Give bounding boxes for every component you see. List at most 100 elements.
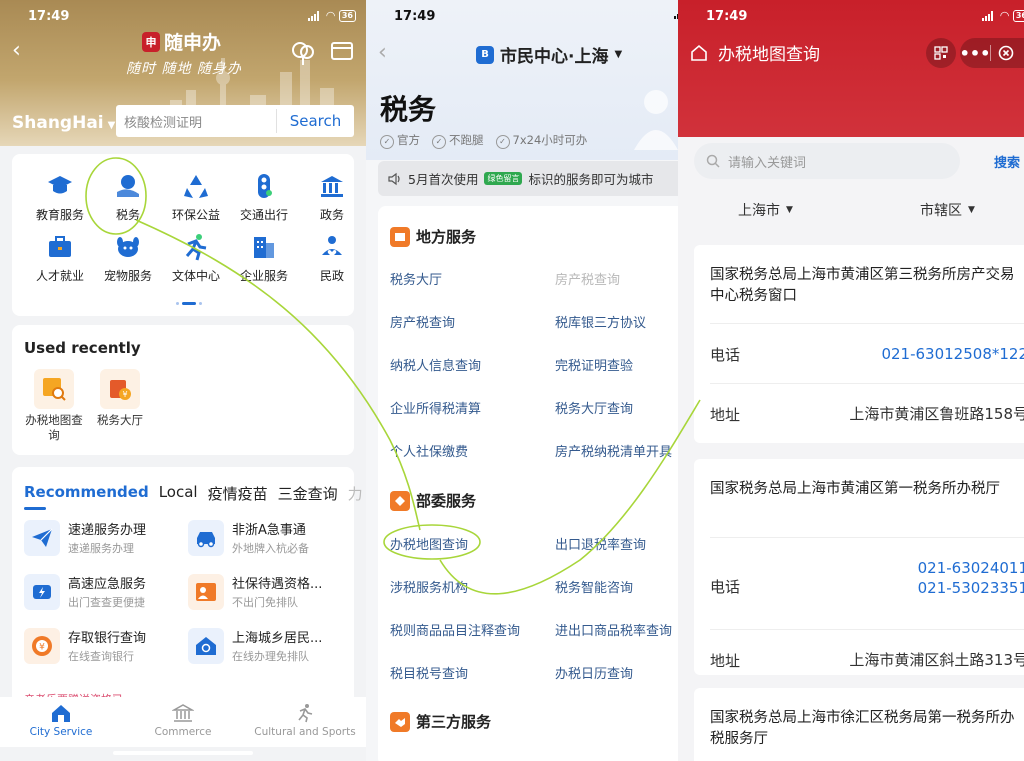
section-third-party-services: 第三方服务	[390, 711, 491, 732]
recent-item-label: 税务大厅	[97, 413, 143, 427]
decorative-person-illustration	[634, 90, 678, 150]
service-link[interactable]: 税目税号查询	[390, 663, 468, 682]
service-grid-item[interactable]: 宠物服务	[94, 233, 162, 284]
service-grid-label: 环保公益	[171, 208, 220, 222]
tag-24-7: 7x24小时可办	[496, 132, 588, 149]
home-indicator	[781, 751, 921, 755]
search-button[interactable]: Search	[276, 109, 354, 133]
office-name: 国家税务总局上海市徐汇区税务局第一税务所办税服务厅	[710, 710, 1015, 747]
recent-item-tax-map[interactable]: 办税地图查询	[24, 369, 84, 443]
recommended-item-title: 速递服务办理	[68, 523, 147, 538]
service-grid-item[interactable]: 教育服务	[26, 172, 94, 223]
tab-local[interactable]: Local	[159, 483, 198, 504]
tab-cultural-sports[interactable]: Cultural and Sports	[244, 697, 366, 747]
office-card[interactable]: 国家税务总局上海市黄浦区第三税务所房产交易中心税务窗口 电话 021-6301250…	[694, 245, 1024, 443]
wallet-card-icon[interactable]	[330, 40, 354, 66]
service-grid-item[interactable]: 交通出行	[230, 172, 298, 223]
recommended-item[interactable]: 高速应急服务 出门查查更便捷	[24, 573, 146, 610]
status-time: 17:49	[706, 8, 748, 24]
tree-icon[interactable]	[290, 40, 316, 70]
tag-no-trip: 不跑腿	[432, 132, 484, 149]
phone-number[interactable]: 021-53023351	[918, 578, 1024, 598]
recommended-item[interactable]: 速递服务办理 速递服务办理	[24, 519, 146, 556]
service-grid-item[interactable]: 环保公益	[162, 172, 230, 223]
service-link[interactable]: 税务大厅	[390, 269, 442, 288]
notice-bar[interactable]: 5月首次使用 绿色留言 标识的服务即可为城市	[378, 161, 678, 196]
back-icon[interactable]: ‹	[12, 38, 21, 63]
wifi-icon: ◠	[326, 9, 335, 22]
service-link[interactable]: 房产税查询	[390, 312, 455, 331]
runner-icon	[298, 704, 313, 723]
recommended-item-text: 社保待遇资格... 不出门免排队	[232, 573, 322, 610]
category-heading: 税务	[380, 93, 437, 126]
service-grid-item[interactable]: 人才就业	[26, 233, 94, 284]
app-home-panel: ‹ 申 随申办 随时 随地 随身办 ShangHai ▼ 核酸检测证明 Searc…	[0, 0, 366, 761]
recent-title: Used recently	[24, 339, 141, 357]
home-search-bar[interactable]: 核酸检测证明 Search	[116, 105, 354, 137]
recommended-item-text: 上海城乡居民... 在线办理免排队	[232, 627, 322, 664]
search-input[interactable]: 核酸检测证明	[116, 112, 276, 131]
tab-more[interactable]: 力	[348, 483, 363, 504]
tab-commerce[interactable]: Commerce	[122, 697, 244, 747]
recommended-item-title: 存取银行查询	[68, 631, 147, 646]
service-link[interactable]: 办税地图查询	[390, 534, 468, 553]
phone-number[interactable]: 021-63024011	[918, 558, 1024, 578]
home-icon[interactable]	[690, 44, 708, 62]
service-grid-item[interactable]: 税务	[94, 172, 162, 223]
tab-epidemic-vaccine[interactable]: 疫情疫苗	[208, 483, 268, 504]
back-icon[interactable]: ‹	[378, 40, 387, 65]
office-name: 国家税务总局上海市黄浦区第三税务所房产交易中心税务窗口	[710, 267, 1015, 304]
service-link[interactable]: 税务大厅查询	[555, 398, 633, 417]
recommended-item[interactable]: 非浙A急事通 外地牌入杭必备	[188, 519, 309, 556]
recommended-item[interactable]: 社保待遇资格... 不出门免排队	[188, 573, 322, 610]
service-link[interactable]: 税库银三方协议	[555, 312, 646, 331]
close-icon[interactable]	[991, 38, 1021, 68]
service-link[interactable]: 税则商品品目注释查询	[390, 620, 520, 639]
service-link[interactable]: 纳税人信息查询	[390, 355, 481, 374]
recent-item-tax-hall[interactable]: ¥ 税务大厅	[90, 369, 150, 428]
keyword-search-input[interactable]: 请输入关键词	[694, 143, 960, 179]
caret-down-icon: ▼	[968, 205, 975, 215]
service-grid-label: 民政	[319, 269, 344, 283]
service-link[interactable]: 进出口商品税率查询	[555, 620, 672, 639]
traffic-light-icon	[250, 172, 278, 200]
tab-fund-query[interactable]: 三金查询	[278, 483, 338, 504]
page-title[interactable]: B 市民中心·上海 ▼	[476, 42, 622, 67]
recommended-item[interactable]: 上海城乡居民... 在线办理免排队	[188, 627, 322, 664]
filter-district[interactable]: 市辖区 ▼	[920, 200, 975, 220]
search-button[interactable]: 搜索	[994, 152, 1020, 171]
search-icon	[706, 154, 720, 168]
more-options-icon[interactable]: •••	[960, 38, 991, 68]
capsule-menu: •••	[960, 38, 1024, 68]
recommended-item-subtitle: 外地牌入杭必备	[232, 542, 309, 555]
page-indicator	[176, 302, 202, 305]
service-link[interactable]: 房产税纳税清单开具	[555, 441, 672, 460]
city-selector[interactable]: ShangHai ▼	[12, 113, 115, 133]
service-grid-item[interactable]: 文体中心	[162, 233, 230, 284]
service-link: 房产税查询	[555, 273, 621, 288]
phone-number[interactable]: 021-63012508*122	[881, 344, 1024, 364]
office-card[interactable]: 国家税务总局上海市黄浦区第一税务所办税厅 电话 021-63024011 021-53…	[694, 459, 1024, 675]
service-grid-item[interactable]: 企业服务	[230, 233, 298, 284]
service-grid-label: 政务	[319, 208, 344, 222]
service-grid-item[interactable]: 民政	[298, 233, 366, 284]
service-link[interactable]: 企业所得税清算	[390, 398, 481, 417]
service-link[interactable]: 办税日历查询	[555, 663, 633, 682]
service-link[interactable]: 涉税服务机构	[390, 577, 468, 596]
qr-scan-icon[interactable]	[926, 38, 956, 68]
filter-city[interactable]: 上海市 ▼	[738, 200, 793, 220]
address-label: 地址	[710, 652, 741, 670]
paper-plane-icon	[24, 519, 60, 556]
recommended-item[interactable]: ¥ 存取银行查询 在线查询银行	[24, 627, 146, 664]
service-link[interactable]: 出口退税率查询	[555, 534, 646, 553]
service-link[interactable]: 税务智能咨询	[555, 577, 633, 596]
service-link[interactable]: 完税证明查验	[555, 355, 633, 374]
office-building-icon	[250, 233, 278, 261]
tab-recommended[interactable]: Recommended	[24, 483, 149, 504]
tab-label: Commerce	[154, 726, 212, 738]
service-link[interactable]: 个人社保缴费	[390, 441, 468, 460]
service-grid-item[interactable]: 政务	[298, 172, 366, 223]
notice-text-rest: 标识的服务即可为城市	[528, 172, 654, 187]
section-title: 地方服务	[416, 228, 477, 246]
tab-city-service[interactable]: City Service	[0, 697, 122, 747]
